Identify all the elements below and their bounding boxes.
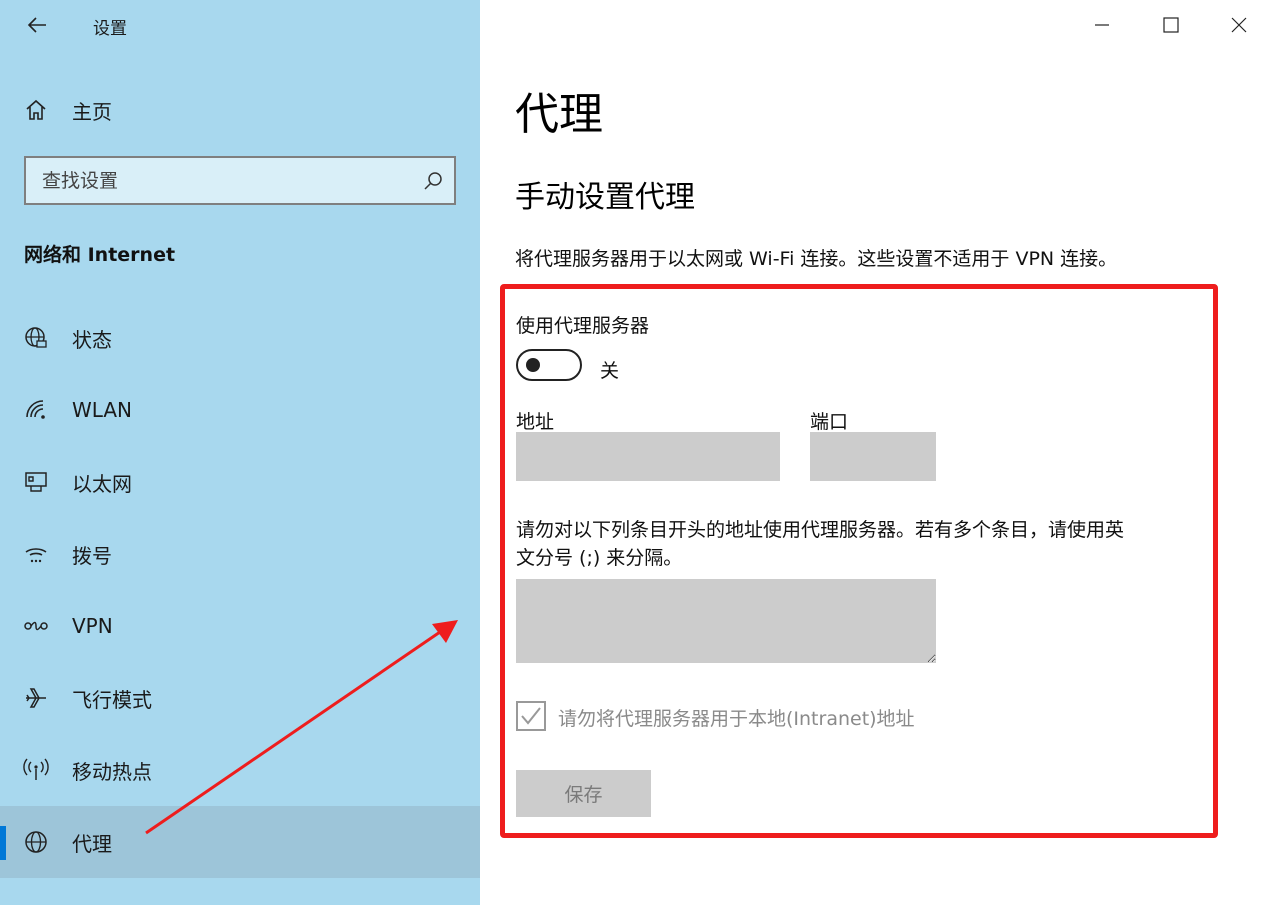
back-arrow-icon	[27, 17, 46, 33]
use-proxy-label: 使用代理服务器	[516, 315, 650, 337]
port-field[interactable]	[810, 432, 936, 481]
status-globe-icon	[22, 324, 50, 352]
minimize-icon	[1095, 24, 1109, 26]
sidebar-item-label: VPN	[72, 614, 113, 638]
exceptions-field[interactable]	[516, 579, 936, 663]
sidebar-item-label: 移动热点	[72, 759, 152, 784]
app-title: 设置	[93, 19, 127, 39]
maximize-icon	[1163, 17, 1179, 33]
search-box[interactable]	[24, 156, 456, 205]
hotspot-icon	[22, 756, 50, 784]
maximize-button[interactable]	[1154, 8, 1188, 42]
vpn-icon	[22, 612, 50, 640]
sidebar-item-vpn[interactable]: VPN	[0, 590, 480, 662]
address-label: 地址	[516, 411, 555, 433]
toggle-knob	[526, 358, 540, 372]
bypass-local-label: 请勿将代理服务器用于本地(Intranet)地址	[558, 708, 915, 730]
wifi-icon	[22, 396, 50, 424]
port-label: 端口	[810, 411, 849, 433]
sidebar-item-label: 以太网	[72, 471, 132, 496]
sidebar-item-label: 主页	[72, 99, 112, 124]
dialup-icon	[22, 540, 50, 568]
port-input[interactable]	[810, 432, 936, 481]
bypass-local-checkbox[interactable]	[516, 701, 546, 731]
exceptions-label-line2: 文分号 (;) 来分隔。	[516, 547, 683, 569]
sidebar-item-proxy[interactable]: 代理	[0, 806, 480, 878]
selection-indicator	[0, 826, 6, 860]
back-button[interactable]	[22, 10, 52, 40]
sidebar-item-ethernet[interactable]: 以太网	[0, 446, 480, 518]
section-title: 手动设置代理	[515, 180, 695, 215]
close-button[interactable]	[1222, 8, 1256, 42]
page-title: 代理	[515, 89, 603, 140]
close-icon	[1231, 17, 1247, 33]
section-heading: 网络和 Internet	[24, 244, 176, 266]
exceptions-textarea[interactable]	[516, 579, 936, 663]
address-input[interactable]	[516, 432, 780, 481]
checkmark-icon	[521, 707, 541, 725]
sidebar-item-label: 拨号	[72, 543, 112, 568]
minimize-button[interactable]	[1085, 8, 1119, 42]
sidebar-item-airplane[interactable]: 飞行模式	[0, 662, 480, 734]
search-icon[interactable]	[422, 170, 444, 192]
save-button[interactable]: 保存	[516, 770, 651, 817]
sidebar-item-dialup[interactable]: 拨号	[0, 518, 480, 590]
sidebar-item-label: WLAN	[72, 398, 133, 422]
sidebar-item-home[interactable]: 主页	[0, 88, 480, 132]
toggle-state-label: 关	[600, 360, 620, 382]
sidebar-item-status[interactable]: 状态	[0, 302, 480, 374]
address-field[interactable]	[516, 432, 780, 481]
exceptions-label-line1: 请勿对以下列条目开头的地址使用代理服务器。若有多个条目，请使用英	[516, 519, 1125, 541]
proxy-description: 将代理服务器用于以太网或 Wi-Fi 连接。这些设置不适用于 VPN 连接。	[515, 248, 1118, 270]
airplane-icon	[22, 684, 50, 712]
sidebar-item-hotspot[interactable]: 移动热点	[0, 734, 480, 806]
ethernet-icon	[22, 468, 50, 496]
sidebar-item-wlan[interactable]: WLAN	[0, 374, 480, 446]
search-input[interactable]	[26, 158, 416, 203]
home-icon	[22, 96, 50, 124]
sidebar-item-label: 状态	[72, 327, 112, 352]
globe-icon	[22, 828, 50, 856]
sidebar-item-label: 代理	[72, 831, 112, 856]
sidebar-item-label: 飞行模式	[72, 687, 152, 712]
sidebar: 设置 主页 网络和 Internet 状态 WLAN 以太网	[0, 0, 480, 905]
use-proxy-toggle[interactable]	[516, 349, 582, 381]
